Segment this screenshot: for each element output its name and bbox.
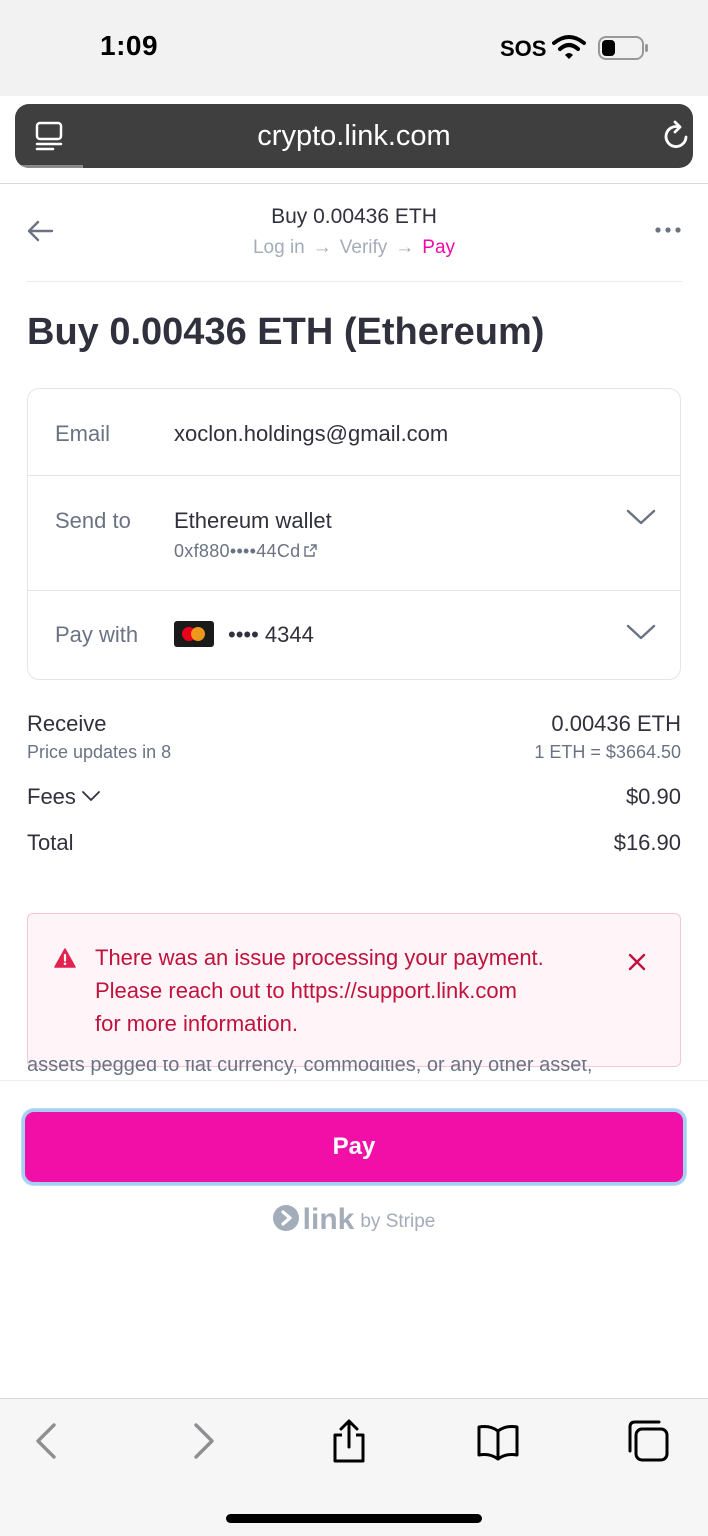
- divider: [0, 183, 708, 184]
- fees-value: $0.90: [625, 784, 681, 809]
- step-indicator: Log in → Verify → Pay: [0, 237, 708, 259]
- status-time: 1:09: [100, 30, 159, 61]
- chevron-down-icon[interactable]: [626, 623, 656, 641]
- chevron-down-icon[interactable]: [626, 508, 656, 526]
- email-value: xoclon.holdings@gmail.com: [174, 421, 449, 446]
- total-label: Total: [27, 830, 74, 855]
- step-arrow-icon: →: [312, 237, 332, 258]
- error-banner: There was an issue processing your payme…: [27, 913, 681, 1067]
- link-by-stripe-brand: link by Stripe: [0, 1203, 708, 1237]
- card-number: •••• 4344: [228, 622, 314, 647]
- email-label: Email: [55, 421, 111, 446]
- header-title: Buy 0.00436 ETH: [271, 205, 437, 228]
- receive-label: Receive: [27, 711, 107, 736]
- home-indicator[interactable]: [226, 1514, 482, 1523]
- send-to-label: Send to: [55, 508, 131, 533]
- exchange-rate: 1 ETH = $3664.50: [534, 742, 681, 762]
- step-pay: Pay: [422, 237, 456, 258]
- pay-with-label: Pay with: [55, 622, 139, 647]
- link-logo-icon: [272, 1205, 299, 1231]
- url-text[interactable]: crypto.link.com: [15, 120, 693, 153]
- fees-label: Fees: [27, 784, 76, 809]
- order-details-card: Email xoclon.holdings@gmail.com Send to …: [27, 388, 681, 680]
- external-link-icon[interactable]: [304, 544, 318, 557]
- page-title: Buy 0.00436 ETH (Ethereum): [27, 311, 545, 353]
- send-to-value: Ethereum wallet: [174, 508, 332, 533]
- receive-value: 0.00436 ETH: [551, 711, 681, 736]
- forward-icon[interactable]: [180, 1419, 224, 1463]
- legal-text-line: assets pegged to fiat currency, commodit…: [27, 1060, 593, 1076]
- legal-text: assets pegged to fiat currency, commodit…: [27, 1060, 687, 1080]
- share-icon[interactable]: [327, 1419, 371, 1463]
- link-wordmark: link: [302, 1203, 355, 1236]
- bookmarks-icon[interactable]: [476, 1419, 520, 1463]
- step-arrow-icon: →: [395, 237, 415, 258]
- battery-icon: [598, 36, 648, 60]
- load-progress: [15, 165, 83, 168]
- wallet-address-text: 0xf880••••44Cd: [174, 541, 301, 561]
- wifi-icon: [552, 35, 586, 59]
- close-icon[interactable]: [628, 953, 646, 971]
- error-line: There was an issue processing your payme…: [95, 945, 544, 970]
- browser-toolbar: [0, 1398, 708, 1536]
- by-stripe-text: by Stripe: [360, 1211, 436, 1232]
- checkout-footer: Pay link by Stripe: [0, 1080, 708, 1398]
- more-options-icon[interactable]: [654, 220, 682, 240]
- mastercard-icon: [174, 621, 214, 647]
- total-value: $16.90: [613, 830, 681, 855]
- warning-icon: [54, 948, 76, 968]
- reload-icon[interactable]: [659, 119, 693, 153]
- address-bar[interactable]: crypto.link.com: [15, 104, 693, 168]
- step-login: Log in: [252, 237, 305, 258]
- fees-toggle[interactable]: Fees: [27, 784, 100, 810]
- status-bar: 1:09 SOS: [0, 0, 708, 96]
- error-message: There was an issue processing your payme…: [95, 941, 615, 1040]
- pay-button[interactable]: Pay: [22, 1109, 686, 1185]
- pay-with-row[interactable]: Pay with •••• 4344: [28, 591, 680, 681]
- wallet-address[interactable]: 0xf880••••44Cd: [174, 541, 318, 562]
- tabs-icon[interactable]: [626, 1419, 670, 1463]
- error-line: Please reach out to https://support.link…: [95, 978, 517, 1003]
- chevron-down-icon[interactable]: [82, 790, 100, 802]
- step-verify: Verify: [339, 237, 388, 258]
- error-line: for more information.: [95, 1011, 298, 1036]
- divider: [26, 281, 682, 282]
- price-update-timer: Price updates in 8: [27, 742, 172, 762]
- carrier-label: SOS: [500, 36, 547, 61]
- back-icon[interactable]: [26, 1419, 70, 1463]
- send-to-row[interactable]: Send to Ethereum wallet 0xf880••••44Cd: [28, 476, 680, 590]
